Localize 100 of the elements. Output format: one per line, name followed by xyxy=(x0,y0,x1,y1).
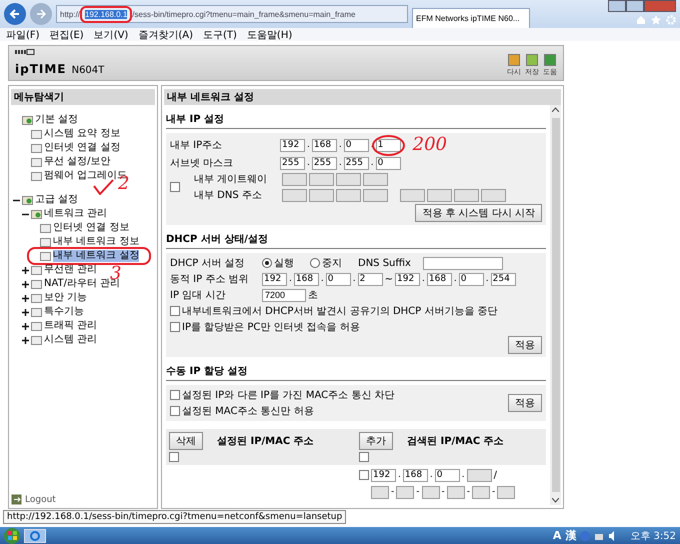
mac-octet-field[interactable] xyxy=(497,486,516,498)
ip-octet-field[interactable] xyxy=(427,188,452,202)
start-button[interactable] xyxy=(4,528,20,544)
minimize-button[interactable] xyxy=(608,0,626,12)
radio-button[interactable] xyxy=(310,258,320,268)
ip-octet-field[interactable]: 168 xyxy=(426,272,452,286)
add-button[interactable]: 추가 xyxy=(359,432,393,450)
menu-item[interactable]: 파일(F) xyxy=(6,28,40,42)
mac-octet-field[interactable] xyxy=(422,486,440,498)
expand-icon[interactable] xyxy=(22,308,29,316)
dns-suffix-field[interactable] xyxy=(422,256,503,270)
menu-item[interactable]: 즐겨찾기(A) xyxy=(138,28,193,42)
checkbox[interactable] xyxy=(170,322,180,332)
expand-icon[interactable] xyxy=(22,336,29,344)
apply-button[interactable]: 적용 xyxy=(508,394,542,412)
expand-icon[interactable] xyxy=(22,294,29,302)
page-icon xyxy=(31,129,42,139)
maximize-button[interactable] xyxy=(626,0,644,12)
ip-octet-field[interactable]: 0 xyxy=(326,272,351,286)
address-bar[interactable]: http:// 192.168.0.1 /sess-bin/timepro.cgi?tmenu=main_frame&smenu=main_frame xyxy=(56,5,408,23)
star-icon[interactable] xyxy=(651,15,661,25)
menu-tree-item[interactable]: 시스템 관리 xyxy=(44,334,98,346)
ip-octet-field[interactable]: 255 xyxy=(344,156,369,170)
expand-icon[interactable] xyxy=(22,266,29,274)
menu-tree-item[interactable]: 시스템 요약 정보 xyxy=(44,128,120,140)
menu-tree-item[interactable]: 특수기능 xyxy=(44,306,84,318)
browser-tab[interactable]: EFM Networks ipTIME N60... xyxy=(412,8,530,28)
ip-octet-field[interactable] xyxy=(466,468,492,482)
ip-octet-field[interactable]: 192 xyxy=(371,468,396,482)
menu-tree-item[interactable]: 고급 설정 xyxy=(35,194,78,206)
ip-octet-field[interactable]: 1 xyxy=(376,138,401,152)
menu-tree-item[interactable]: 기본 설정 xyxy=(35,114,78,126)
expand-icon[interactable] xyxy=(22,280,29,288)
mac-octet-field[interactable] xyxy=(472,486,490,498)
ip-octet-field[interactable] xyxy=(336,172,361,186)
back-button[interactable] xyxy=(4,3,26,25)
scroll-down-icon[interactable] xyxy=(552,498,559,503)
menu-tree-item[interactable]: 무선랜 관리 xyxy=(44,264,98,276)
ip-octet-field[interactable] xyxy=(309,172,334,186)
ip-octet-field[interactable] xyxy=(363,188,388,202)
delete-button[interactable]: 삭제 xyxy=(169,432,203,450)
ip-octet-field[interactable]: 0 xyxy=(458,272,484,286)
ip-octet-field[interactable] xyxy=(309,188,334,202)
ip-octet-field[interactable]: 254 xyxy=(490,272,516,286)
menu-item[interactable]: 도움말(H) xyxy=(246,28,292,42)
menu-tree-item[interactable]: 인터넷 연결 설정 xyxy=(44,142,120,154)
scroll-up-icon[interactable] xyxy=(552,107,559,112)
ip-octet-field[interactable] xyxy=(400,188,425,202)
ime-indicator[interactable]: 漢 xyxy=(565,528,576,543)
checkbox[interactable] xyxy=(359,470,369,480)
ip-octet-field[interactable]: 2 xyxy=(358,272,383,286)
menu-item[interactable]: 도구(T) xyxy=(203,28,237,42)
ip-octet-field[interactable]: 192 xyxy=(395,272,420,286)
ip-octet-field[interactable]: 192 xyxy=(280,138,305,152)
logout-link[interactable]: Logout xyxy=(25,494,56,504)
menu-item[interactable]: 보기(V) xyxy=(94,28,128,42)
ip-octet-field[interactable] xyxy=(282,188,307,202)
scrollbar[interactable] xyxy=(550,105,561,505)
menu-tree-item[interactable]: 인터넷 연결 정보 xyxy=(53,222,130,234)
ip-octet-field[interactable]: 192 xyxy=(262,272,287,286)
ip-octet-field[interactable] xyxy=(282,172,307,186)
radio-button[interactable] xyxy=(262,258,272,268)
menu-item[interactable]: 편집(E) xyxy=(50,28,84,42)
ip-octet-field[interactable]: 255 xyxy=(312,156,337,170)
ip-octet-field[interactable]: 168 xyxy=(294,272,319,286)
checkbox[interactable] xyxy=(170,406,180,416)
ip-octet-field[interactable] xyxy=(336,188,361,202)
menu-tree-item[interactable]: 보안 기능 xyxy=(44,292,88,304)
menu-tree-item[interactable]: 내부 네트워크 설정 xyxy=(53,250,140,262)
ip-octet-field[interactable]: 0 xyxy=(434,468,460,482)
logout-icon[interactable] xyxy=(11,494,22,505)
dash-separator: - xyxy=(416,487,420,497)
panel-title: 내부 네트워크 설정 xyxy=(164,89,561,105)
forward-button[interactable] xyxy=(30,3,52,25)
ime-indicator[interactable]: A xyxy=(552,529,562,542)
ip-octet-field[interactable]: 168 xyxy=(402,468,428,482)
ip-octet-field[interactable]: 168 xyxy=(312,138,337,152)
ip-octet-field[interactable] xyxy=(363,172,388,186)
ip-octet-field[interactable] xyxy=(481,188,506,202)
ip-octet-field[interactable] xyxy=(454,188,479,202)
ip-octet-field[interactable]: 255 xyxy=(280,156,305,170)
apply-button[interactable]: 적용 xyxy=(508,336,542,354)
expand-icon[interactable] xyxy=(22,322,29,330)
ip-octet-field[interactable]: 0 xyxy=(376,156,401,170)
checkbox[interactable] xyxy=(170,306,180,316)
ip-octet-field[interactable]: 0 xyxy=(344,138,369,152)
lease-time-field[interactable]: 7200 xyxy=(262,288,306,302)
mac-octet-field[interactable] xyxy=(446,486,465,498)
mac-octet-field[interactable] xyxy=(396,486,414,498)
checkbox[interactable] xyxy=(359,452,369,462)
menu-tree-item[interactable]: 네트워크 관리 xyxy=(44,208,108,220)
checkbox[interactable] xyxy=(170,182,180,192)
checkbox[interactable] xyxy=(170,390,180,400)
checkbox[interactable] xyxy=(169,452,179,462)
menu-tree-item[interactable]: 내부 네트워크 정보 xyxy=(53,236,140,248)
menu-tree-item[interactable]: 트래픽 관리 xyxy=(44,320,98,332)
menu-tree-item[interactable]: 무선 설정/보안 xyxy=(44,156,111,168)
mac-octet-field[interactable] xyxy=(371,486,389,498)
browser-taskbar-icon[interactable] xyxy=(24,528,46,542)
apply-restart-button[interactable]: 적용 후 시스템 다시 시작 xyxy=(415,204,542,222)
